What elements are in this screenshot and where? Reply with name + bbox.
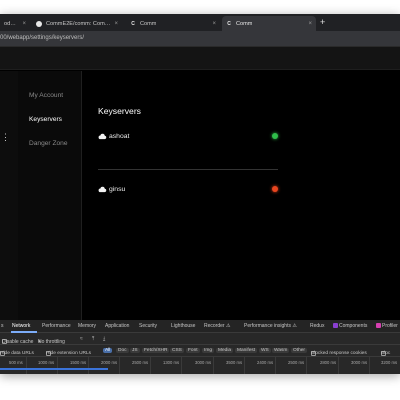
nav-item-danger-zone[interactable]: Danger Zone: [29, 140, 68, 147]
devtools-tab[interactable]: Application: [105, 323, 129, 329]
timeline-tick: 2500 ms: [132, 360, 149, 365]
timeline-gridline: [306, 357, 307, 374]
cloud-icon: [98, 133, 107, 139]
browser-window: oducs × CommE2E/comm: Comm is to × C Com…: [0, 14, 400, 374]
tab-title: CommE2E/comm: Comm is to: [46, 20, 110, 27]
timeline-gridline: [57, 357, 58, 374]
filter-other[interactable]: Other: [291, 348, 307, 353]
web-page: ⋮ My Account Keyservers Danger Zone Keys…: [0, 47, 400, 320]
status-online-indicator: [272, 133, 278, 139]
timeline-gridline: [213, 357, 214, 374]
comm-icon: C: [227, 20, 231, 27]
browser-tab-active[interactable]: C Comm ×: [222, 16, 316, 31]
devtools-tab[interactable]: Memory: [78, 323, 96, 329]
timeline-tick: 2500 ms: [288, 360, 305, 365]
waterfall-bar: [0, 368, 108, 370]
timeline-gridline: [369, 357, 370, 374]
new-tab-button[interactable]: +: [320, 18, 325, 27]
cloud-icon: [98, 186, 107, 192]
close-icon[interactable]: ×: [212, 21, 216, 27]
timeline-tick: 3200 ms: [381, 360, 398, 365]
app-top-bar: [0, 47, 400, 70]
devtools-tab[interactable]: Security: [139, 323, 157, 329]
filter-media[interactable]: Media: [216, 348, 234, 353]
row-divider: [98, 169, 278, 170]
filter-css[interactable]: CSS: [170, 348, 184, 353]
settings-nav: My Account Keyservers Danger Zone: [18, 71, 82, 320]
timeline-gridline: [119, 357, 120, 374]
timeline-gridline: [244, 357, 245, 374]
import-har-icon[interactable]: ⤒: [92, 336, 94, 342]
close-icon[interactable]: ×: [308, 21, 312, 27]
timeline-tick: 3500 ms: [226, 360, 243, 365]
keyserver-row[interactable]: ashoat: [98, 130, 278, 142]
react-devtools-icon: [333, 323, 338, 328]
timeline-tick: 500 ms: [9, 360, 23, 365]
keyserver-row[interactable]: ginsu: [98, 183, 278, 195]
devtools-tab[interactable]: Performance: [42, 323, 71, 329]
browser-tab[interactable]: CommE2E/comm: Comm is to ×: [32, 16, 122, 31]
devtools-tab-profiler[interactable]: Profiler: [376, 323, 398, 329]
filter-manifest[interactable]: Manifest: [235, 348, 258, 353]
devtools-tab[interactable]: Recorder ⚠: [204, 323, 230, 329]
browser-tab[interactable]: oducs ×: [0, 16, 30, 31]
close-icon[interactable]: ×: [114, 21, 118, 27]
browser-tab[interactable]: C Comm ×: [126, 16, 220, 31]
github-icon: [36, 20, 42, 27]
filter-font[interactable]: Font: [186, 348, 200, 353]
close-icon[interactable]: ×: [22, 21, 26, 27]
timeline-gridline: [338, 357, 339, 374]
react-devtools-icon: [376, 323, 381, 328]
nav-item-keyservers[interactable]: Keyservers: [29, 116, 62, 123]
keyserver-name: ginsu: [109, 185, 126, 193]
keyserver-name: ashoat: [109, 132, 130, 140]
keyservers-panel: Keyservers ashoat ginsu: [82, 71, 400, 320]
more-options-icon[interactable]: ⋮: [1, 133, 10, 142]
timeline-gridline: [150, 357, 151, 374]
timeline-gridline: [26, 357, 27, 374]
tab-strip: oducs × CommE2E/comm: Comm is to × C Com…: [0, 14, 400, 31]
tab-title: Comm: [236, 20, 253, 27]
devtools-tab-components[interactable]: Components: [333, 323, 367, 329]
tab-title: Comm: [140, 20, 157, 27]
nav-item-my-account[interactable]: My Account: [29, 92, 63, 99]
devtools-panel: s Network Performance Memory Application…: [0, 320, 400, 374]
timeline-gridline: [181, 357, 182, 374]
timeline-tick: 2400 ms: [257, 360, 274, 365]
devtools-tab[interactable]: Lighthouse: [171, 323, 195, 329]
timeline-tick: 2000 ms: [101, 360, 118, 365]
left-rail: ⋮: [0, 71, 18, 320]
devtools-tab[interactable]: Redux: [310, 323, 324, 329]
timeline-tick: 1000 ms: [38, 360, 55, 365]
network-overview-timeline[interactable]: 500 ms 1000 ms 1500 ms 2000 ms 2500 ms 1…: [0, 357, 400, 374]
tab-title: oducs: [4, 20, 19, 27]
timeline-tick: 3000 ms: [195, 360, 212, 365]
filter-all[interactable]: All: [103, 348, 113, 353]
devtools-tabs: s Network Performance Memory Application…: [0, 320, 400, 333]
filter-img[interactable]: Img: [202, 348, 214, 353]
timeline-tick: 1500 ms: [70, 360, 87, 365]
timeline-tick: 2800 ms: [320, 360, 337, 365]
filter-ws[interactable]: WS: [259, 348, 271, 353]
timeline-tick: 3000 ms: [351, 360, 368, 365]
filter-doc[interactable]: Doc: [116, 348, 129, 353]
filter-fetch-xhr[interactable]: Fetch/XHR: [142, 348, 170, 353]
timeline-tick: 1300 ms: [163, 360, 180, 365]
export-har-icon[interactable]: ⤓: [103, 336, 105, 342]
devtools-tab-network[interactable]: Network: [12, 323, 30, 329]
devtools-tab[interactable]: s: [1, 323, 4, 329]
address-bar[interactable]: 00/webapp/settings/keyservers/: [0, 31, 400, 47]
network-filter-bar: Hide data URLs Hide extension URLs All D…: [0, 345, 400, 357]
url-text: 00/webapp/settings/keyservers/: [0, 35, 85, 41]
comm-icon: C: [131, 20, 135, 27]
timeline-gridline: [275, 357, 276, 374]
filter-wasm[interactable]: Wasm: [272, 348, 290, 353]
status-offline-indicator: [272, 186, 278, 192]
network-conditions-icon[interactable]: ≈: [80, 336, 83, 342]
page-title: Keyservers: [98, 106, 141, 116]
filter-js[interactable]: JS: [130, 348, 140, 353]
network-toolbar: Disable cache No throttling ▾ ≈ ⤒ ⤓: [0, 333, 400, 345]
devtools-tab[interactable]: Performance insights ⚠: [244, 323, 297, 329]
timeline-gridline: [88, 357, 89, 374]
